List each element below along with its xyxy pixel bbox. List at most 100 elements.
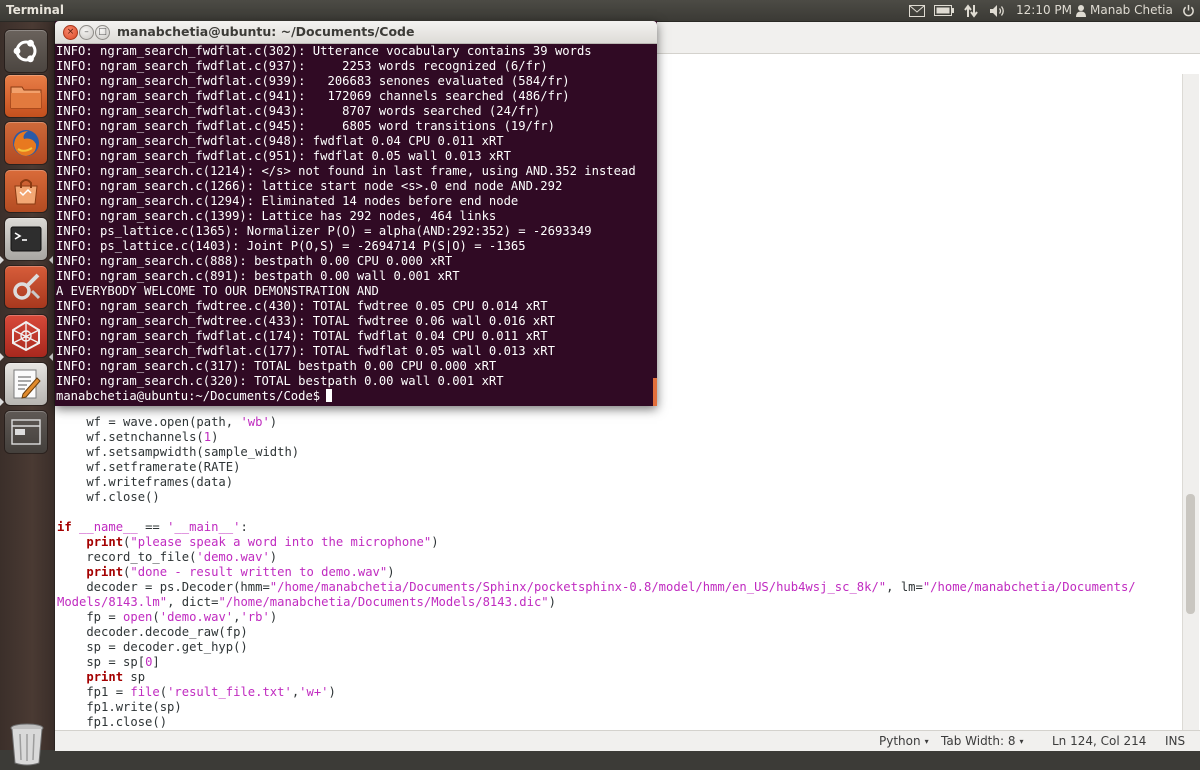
launcher-active-indicator — [49, 353, 53, 361]
launcher-trash[interactable] — [7, 722, 47, 766]
terminal-title: manabchetia@ubuntu: ~/Documents/Code — [117, 24, 415, 39]
launcher-system-settings[interactable] — [5, 266, 47, 308]
launcher-files[interactable] — [5, 75, 47, 117]
code-token: "done - result written to demo.wav" — [130, 565, 388, 579]
code-line: fp1.write(sp) — [57, 700, 1182, 715]
launcher-firefox[interactable] — [5, 122, 47, 164]
code-token: : — [240, 520, 248, 534]
code-token: wf.setnchannels( — [57, 430, 204, 444]
language-selector[interactable]: Python ▾ — [879, 731, 929, 752]
tab-width-selector[interactable]: Tab Width: 8 ▾ — [941, 731, 1024, 752]
web-icon — [12, 320, 40, 352]
code-line: fp1 = file('result_file.txt','w+') — [57, 685, 1182, 700]
terminal-titlebar[interactable]: × – □ manabchetia@ubuntu: ~/Documents/Co… — [55, 21, 657, 44]
code-line: sp = decoder.get_hyp() — [57, 640, 1182, 655]
terminal-line: INFO: ngram_search.c(317): TOTAL bestpat… — [56, 359, 497, 373]
launcher — [0, 22, 55, 766]
code-token: ( — [159, 685, 168, 699]
code-line: wf.setframerate(RATE) — [57, 460, 1182, 475]
network-icon[interactable] — [960, 0, 982, 21]
terminal-line: INFO: ngram_search_fwdflat.c(948): fwdfl… — [56, 134, 504, 148]
launcher-running-indicator — [0, 256, 4, 264]
app-title: Terminal — [6, 3, 65, 17]
code-line: wf.setsampwidth(sample_width) — [57, 445, 1182, 460]
code-token: sp = sp[ — [57, 655, 146, 669]
chevron-down-icon: ▾ — [1019, 737, 1024, 746]
terminal-output[interactable]: INFO: ngram_search_fwdflat.c(302): Utter… — [56, 44, 655, 405]
launcher-web-app[interactable] — [5, 315, 47, 357]
terminal-line: INFO: ps_lattice.c(1403): Joint P(O,S) =… — [56, 239, 526, 253]
launcher-terminal[interactable] — [5, 218, 47, 260]
code-line: record_to_file('demo.wav') — [57, 550, 1182, 565]
code-token: open — [123, 610, 153, 624]
volume-icon[interactable] — [986, 0, 1010, 21]
code-token: wf.setframerate(RATE) — [57, 460, 241, 474]
terminal-line: INFO: ngram_search_fwdtree.c(430): TOTAL… — [56, 299, 548, 313]
terminal-line: INFO: ngram_search.c(320): TOTAL bestpat… — [56, 374, 504, 388]
code-line: decoder.decode_raw(fp) — [57, 625, 1182, 640]
code-token: wf.setsampwidth(sample_width) — [57, 445, 300, 459]
code-token: sp = decoder.get_hyp() — [57, 640, 248, 654]
launcher-active-indicator — [49, 256, 53, 264]
ubuntu-logo-icon — [13, 39, 37, 63]
launcher-text-editor[interactable] — [5, 363, 47, 405]
firefox-icon — [13, 130, 39, 156]
code-token: decoder = ps.Decoder(hmm= — [57, 580, 270, 594]
code-token: "/home/manabchetia/Documents/Sphinx/pock… — [269, 580, 887, 594]
mail-icon[interactable] — [906, 0, 928, 21]
code-token: "please speak a word into the microphone… — [130, 535, 432, 549]
code-line: wf.setnchannels(1) — [57, 430, 1182, 445]
editor-code-area[interactable]: wf = wave.open(path, 'wb') wf.setnchanne… — [57, 415, 1182, 730]
code-token: wf.writeframes(data) — [57, 475, 234, 489]
code-line: wf.writeframes(data) — [57, 475, 1182, 490]
code-token: print — [86, 535, 124, 549]
trash-icon — [10, 723, 44, 766]
battery-icon[interactable] — [932, 0, 956, 21]
terminal-line: INFO: ps_lattice.c(1365): Normalizer P(O… — [56, 224, 592, 238]
code-token: if — [57, 520, 72, 534]
terminal-scrollbar[interactable] — [653, 378, 657, 406]
code-token: decoder.decode_raw(fp) — [57, 625, 248, 639]
terminal-window[interactable]: × – □ manabchetia@ubuntu: ~/Documents/Co… — [55, 21, 657, 406]
terminal-prompt-line[interactable]: manabchetia@ubuntu:~/Documents/Code$ — [56, 389, 655, 404]
code-token: ) — [269, 550, 278, 564]
terminal-line: INFO: ngram_search_fwdflat.c(177): TOTAL… — [56, 344, 555, 358]
user-menu[interactable]: Manab Chetia — [1076, 0, 1173, 21]
terminal-line: INFO: ngram_search_fwdflat.c(937): 2253 … — [56, 59, 548, 73]
editor-scrollbar[interactable] — [1182, 74, 1199, 730]
terminal-line: INFO: ngram_search_fwdflat.c(174): TOTAL… — [56, 329, 548, 343]
code-token: 'wb' — [240, 415, 270, 429]
code-token: fp1.write(sp) — [57, 700, 182, 714]
user-name: Manab Chetia — [1090, 3, 1173, 17]
code-token: '__main__' — [167, 520, 241, 534]
code-token: 'w+' — [299, 685, 329, 699]
close-button[interactable]: × — [63, 25, 78, 40]
minimize-icon: – — [84, 27, 89, 37]
clock[interactable]: 12:10 PM — [1016, 0, 1072, 21]
code-token: 'demo.wav' — [196, 550, 270, 564]
terminal-line: INFO: ngram_search_fwdflat.c(941): 17206… — [56, 89, 570, 103]
launcher-workspace-switcher[interactable] — [5, 411, 47, 453]
power-icon[interactable] — [1178, 0, 1198, 21]
top-panel: Terminal 12:10 PM Manab Chetia — [0, 0, 1200, 22]
text-editor-icon — [13, 369, 41, 399]
editor-scrollbar-thumb[interactable] — [1186, 494, 1195, 614]
maximize-button[interactable]: □ — [95, 25, 110, 40]
code-line: if __name__ == '__main__': — [57, 520, 1182, 535]
launcher-software-center[interactable] — [5, 170, 47, 212]
code-token: 'demo.wav' — [159, 610, 234, 624]
code-token: fp1.close() — [57, 715, 168, 729]
workspace-icon — [11, 419, 41, 445]
launcher-dash-home[interactable] — [5, 30, 47, 72]
code-token: , dict= — [167, 595, 219, 609]
cursor-position: Ln 124, Col 214 — [1052, 734, 1147, 748]
code-token: file — [130, 685, 160, 699]
terminal-line: INFO: ngram_search_fwdflat.c(939): 20668… — [56, 74, 570, 88]
code-token: ) — [548, 595, 556, 609]
terminal-line: INFO: ngram_search_fwdtree.c(433): TOTAL… — [56, 314, 555, 328]
terminal-line: A EVERYBODY WELCOME TO OUR DEMONSTRATION… — [56, 284, 379, 298]
code-token: Models/8143.lm" — [57, 595, 168, 609]
minimize-button[interactable]: – — [79, 25, 94, 40]
